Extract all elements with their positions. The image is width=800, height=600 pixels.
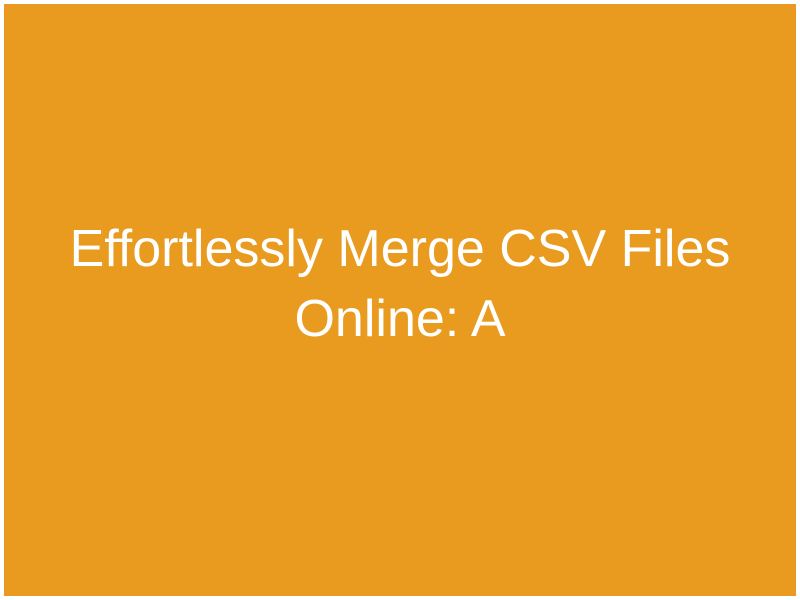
page-title: Effortlessly Merge CSV Files Online: A <box>4 214 796 354</box>
